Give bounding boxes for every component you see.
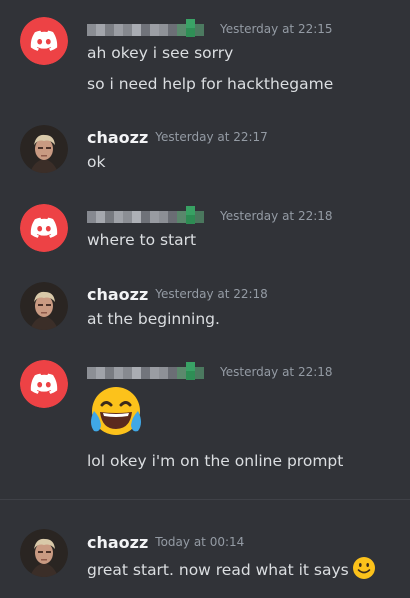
discord-logo-icon xyxy=(20,17,68,65)
message-timestamp[interactable]: Yesterday at 22:15 xyxy=(220,22,333,36)
slight-smile-emoji[interactable] xyxy=(352,556,376,586)
username-pixelated[interactable] xyxy=(87,362,213,382)
username-pixelated[interactable] xyxy=(87,19,213,39)
message-timestamp[interactable]: Yesterday at 22:18 xyxy=(220,365,333,379)
message-timestamp[interactable]: Today at 00:14 xyxy=(155,535,244,549)
message-text: ok xyxy=(87,153,106,171)
avatar[interactable] xyxy=(20,204,68,252)
username[interactable]: chaozz xyxy=(87,285,148,304)
discord-logo-icon xyxy=(20,360,68,408)
user-photo-avatar xyxy=(20,282,68,330)
message-text: ah okey i see sorry xyxy=(87,44,234,62)
message-text: where to start xyxy=(87,231,197,249)
avatar[interactable] xyxy=(20,125,68,173)
avatar[interactable] xyxy=(20,17,68,65)
discord-logo-icon xyxy=(20,204,68,252)
message-text: great start. now read what it says xyxy=(87,556,376,586)
user-photo-avatar xyxy=(20,125,68,173)
message-text: so i need help for hackthegame xyxy=(87,75,334,93)
username[interactable]: chaozz xyxy=(87,128,148,147)
message-text-content: great start. now read what it says xyxy=(87,561,349,579)
message-timestamp[interactable]: Yesterday at 22:17 xyxy=(155,130,268,144)
avatar[interactable] xyxy=(20,282,68,330)
avatar[interactable] xyxy=(20,360,68,408)
date-divider xyxy=(0,499,410,500)
message-text: at the beginning. xyxy=(87,310,220,328)
user-photo-avatar xyxy=(20,529,68,577)
avatar[interactable] xyxy=(20,529,68,577)
chat-log: Yesterday at 22:15 ah okey i see sorry s… xyxy=(0,0,410,598)
message-text: lol okey i'm on the online prompt xyxy=(87,452,344,470)
username-pixelated[interactable] xyxy=(87,206,213,226)
username[interactable]: chaozz xyxy=(87,533,148,552)
laughing-tears-emoji[interactable] xyxy=(86,383,146,443)
message-timestamp[interactable]: Yesterday at 22:18 xyxy=(220,209,333,223)
message-timestamp[interactable]: Yesterday at 22:18 xyxy=(155,287,268,301)
